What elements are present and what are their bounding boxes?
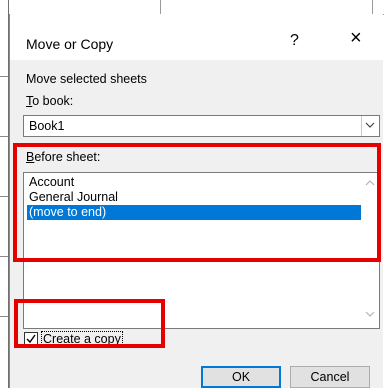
grid-line: [0, 256, 8, 257]
grid-line: [0, 196, 8, 197]
to-book-combobox[interactable]: Book1: [23, 115, 380, 137]
grid-line: [0, 76, 8, 77]
grid-line: [0, 316, 8, 317]
create-copy-highlight: [14, 299, 165, 348]
combo-dropdown-button[interactable]: [361, 116, 379, 136]
to-book-value: Book1: [29, 119, 65, 133]
grid-line: [372, 0, 373, 14]
spreadsheet-row-edge: [0, 0, 9, 388]
dialog-titlebar[interactable]: Move or Copy ? ×: [10, 14, 383, 60]
close-button[interactable]: ×: [350, 28, 362, 48]
grid-line: [160, 0, 161, 14]
section-heading: Move selected sheets: [26, 72, 147, 86]
chevron-down-icon: [365, 122, 375, 128]
scroll-down-arrow-icon[interactable]: [365, 310, 375, 318]
dialog-title: Move or Copy: [26, 36, 114, 52]
to-book-label: To book:: [26, 94, 74, 108]
spreadsheet-grid-strip: [0, 0, 384, 15]
help-button[interactable]: ?: [290, 32, 299, 50]
ok-button[interactable]: OK: [201, 366, 281, 388]
grid-line: [0, 136, 8, 137]
cancel-button[interactable]: Cancel: [290, 366, 370, 388]
before-sheet-highlight: [13, 143, 381, 262]
